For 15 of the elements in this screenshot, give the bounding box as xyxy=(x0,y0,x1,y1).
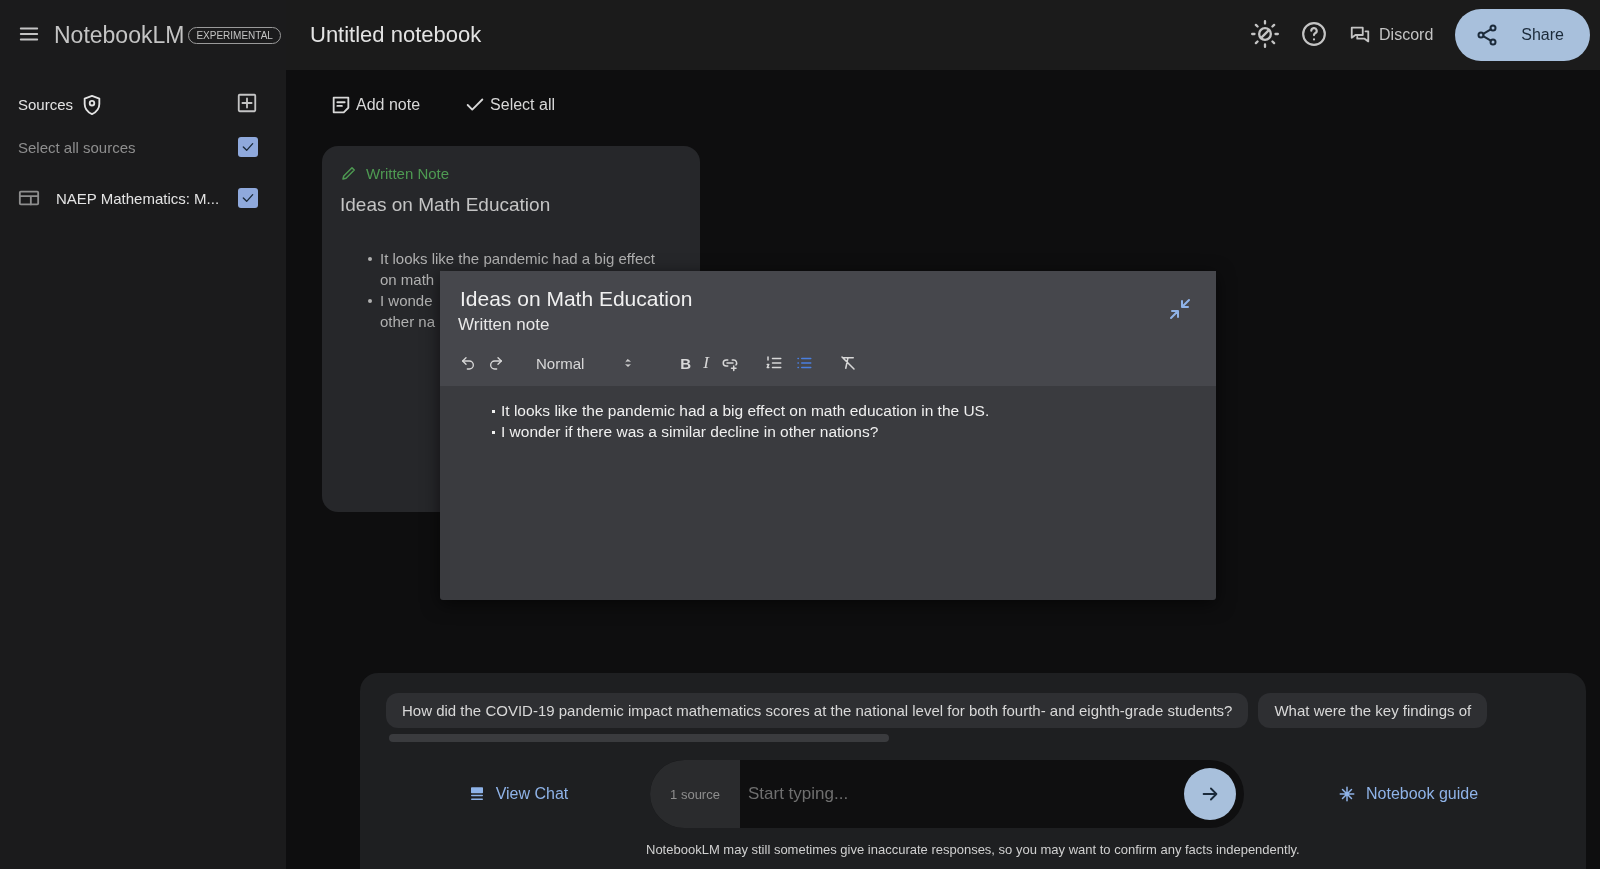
note-text-line: It looks like the pandemic had a big effect xyxy=(380,249,655,269)
editor-text-line: It looks like the pandemic had a big effect on math education in the US. xyxy=(501,402,990,420)
app-logo: NotebookLM xyxy=(54,21,185,49)
editor-title: Ideas on Math Education xyxy=(460,287,693,311)
disclaimer: NotebookLM may still sometimes give inaccurate responses, so you may want to confirm any facts independently. xyxy=(646,842,1300,857)
note-text-line: on math xyxy=(380,270,435,290)
editor-subtitle: Written note xyxy=(458,315,550,335)
note-text-line: I wonde xyxy=(380,291,433,311)
note-title: Ideas on Math Education xyxy=(340,194,551,215)
sources-title: Sources xyxy=(18,96,74,113)
note-type-label: Written Note xyxy=(366,164,450,182)
note-text-line: other na xyxy=(380,312,436,332)
source-count: 1 source xyxy=(650,760,740,828)
select-all-sources-label: Select all sources xyxy=(18,138,136,156)
editor-text-line: I wonder if there was a similar decline in other nations? xyxy=(501,423,879,441)
